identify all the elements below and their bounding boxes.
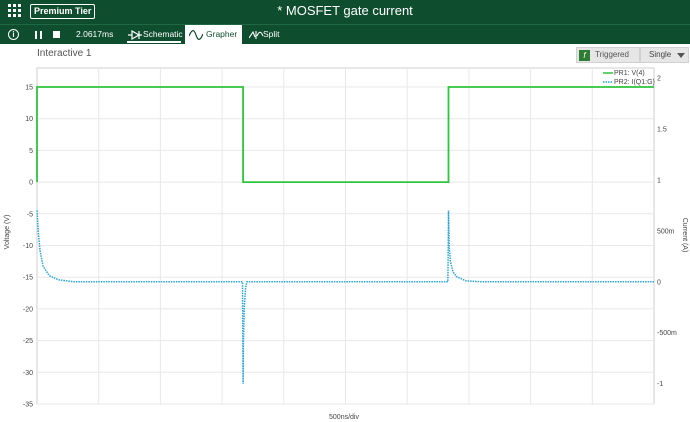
right-tick-label: -1 [657,381,663,388]
right-tick-label: 1.5 [657,127,667,134]
x-axis-label: 500ns/div [329,414,359,421]
waveform-plot[interactable]: 15 10 5 0 -5 -10 -15 -20 -25 -30 -35 2 1.5 1 500m 0 -500… [0,0,690,422]
left-tick-label: -5 [27,211,33,218]
legend-entry: PR1: V(4) [614,70,645,77]
right-tick-label: 2 [657,76,661,83]
right-tick-label: 1 [657,178,661,185]
right-tick-label: -500m [657,330,677,337]
right-tick-label: 500m [657,228,675,235]
right-tick-label: 0 [657,279,661,286]
left-tick-label: -15 [23,275,33,282]
plot-grid [36,67,655,405]
left-tick-label: 0 [29,180,33,187]
axis-ticks: 15 10 5 0 -5 -10 -15 -20 -25 -30 -35 2 1.5 1 500m 0 -500… [23,76,677,409]
plot-legend: PR1: V(4) PR2: I(Q1:G) [603,70,655,86]
left-tick-label: 5 [29,148,33,155]
right-y-axis-label: Current (A) [681,218,688,253]
left-tick-label: 10 [25,116,33,123]
left-tick-label: -25 [23,338,33,345]
left-tick-label: 15 [25,85,33,92]
left-tick-label: -30 [23,370,33,377]
left-tick-label: -10 [23,243,33,250]
legend-entry: PR2: I(Q1:G) [614,79,655,86]
left-y-axis-label: Voltage (V) [4,215,11,250]
left-tick-label: -20 [23,306,33,313]
left-tick-label: -35 [23,402,33,409]
